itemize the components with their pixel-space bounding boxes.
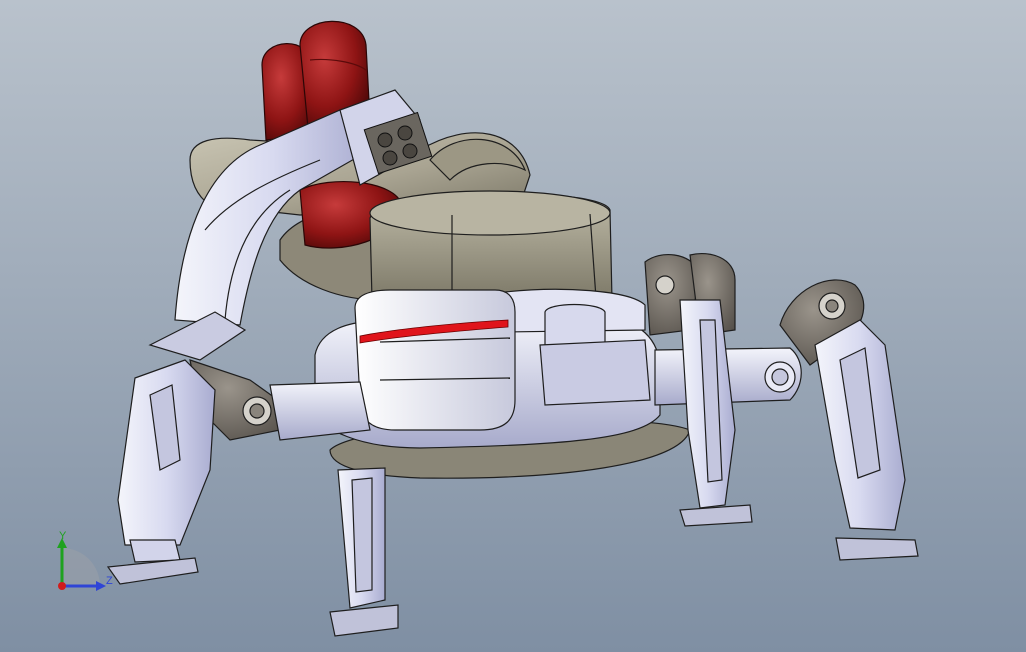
y-axis-label: Y	[59, 530, 67, 542]
triad-plane	[62, 548, 100, 586]
view-orientation-triad: Y Z	[57, 530, 113, 591]
triad-origin	[58, 582, 66, 590]
3d-viewport[interactable]: Y Z	[0, 0, 1026, 652]
z-arrow-head	[96, 581, 106, 591]
robot-model-view[interactable]	[0, 0, 1026, 652]
z-axis-label: Z	[106, 575, 113, 587]
